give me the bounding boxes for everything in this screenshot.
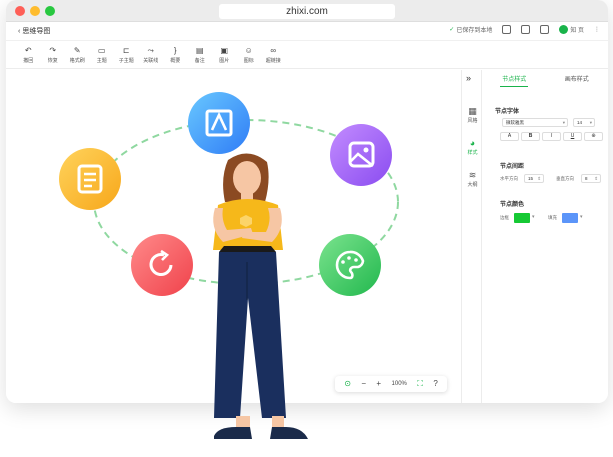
notes-bubble-icon: [59, 148, 121, 210]
hero-illustration: [59, 92, 399, 439]
text-font-bubble-icon: [188, 92, 250, 154]
person-illustration: [213, 153, 308, 439]
image-bubble-icon: [330, 124, 392, 186]
palette-bubble-icon: [319, 234, 381, 296]
refresh-bubble-icon: [131, 234, 193, 296]
